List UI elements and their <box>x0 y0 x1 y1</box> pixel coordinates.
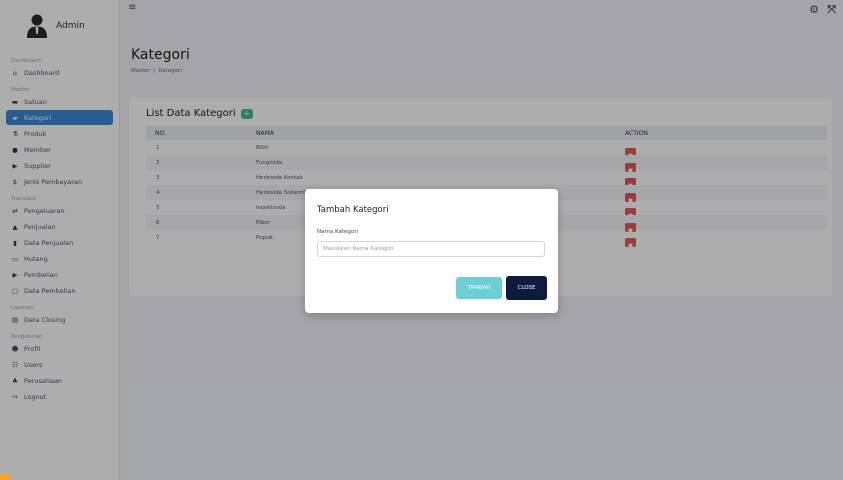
close-button[interactable]: CLOSE <box>506 276 547 300</box>
app-window: Admin Dashboard ⌂ Dashboard Master ▬ Satuan ▰ K… <box>0 0 843 480</box>
add-category-modal: Tambah Kategori Nama Kategori TAMBAH CLO… <box>305 189 558 313</box>
category-name-label: Nama Kategori <box>317 229 359 235</box>
submit-button[interactable]: TAMBAH <box>456 277 502 299</box>
category-name-input[interactable] <box>317 241 545 257</box>
corner-badge <box>0 474 10 480</box>
modal-title: Tambah Kategori <box>317 205 389 215</box>
